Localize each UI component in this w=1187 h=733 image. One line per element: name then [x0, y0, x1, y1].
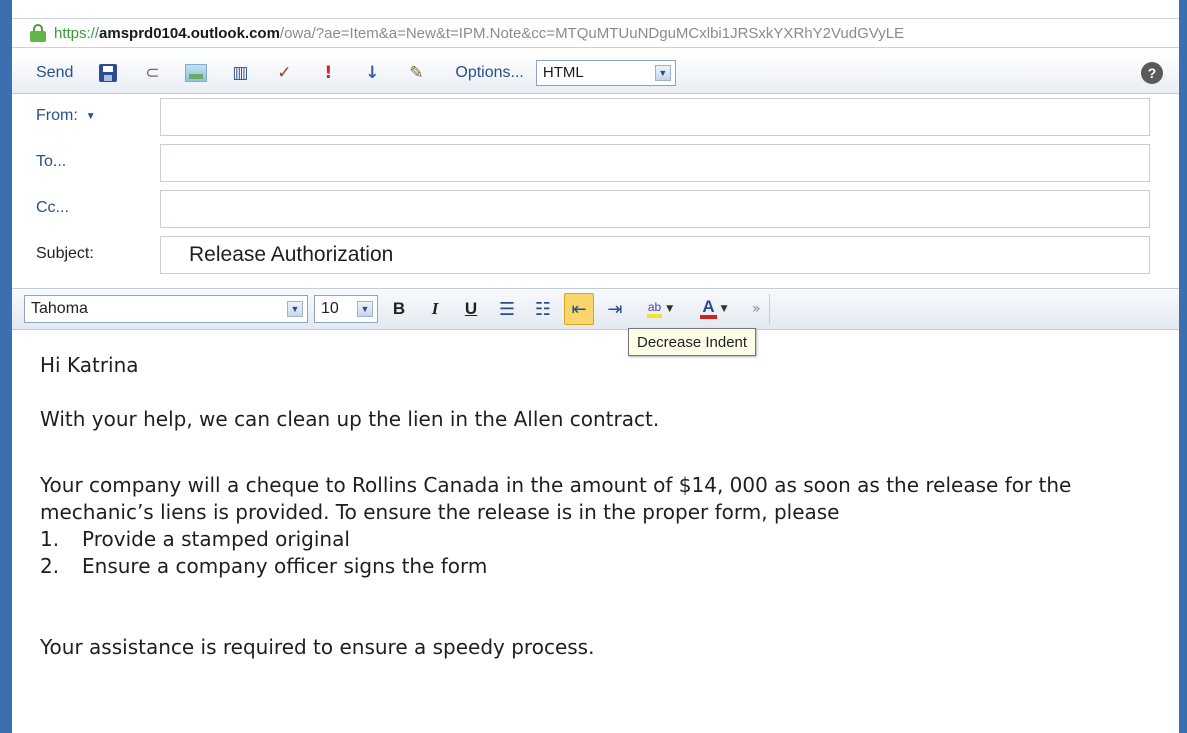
message-format-select[interactable]: HTML ▼	[535, 59, 676, 86]
font-family-value: Tahoma	[31, 300, 88, 317]
numbered-list: 1. Provide a stamped original 2. Ensure a …	[40, 526, 487, 580]
underline-button[interactable]: U	[456, 293, 486, 325]
list-number: 1.	[40, 527, 60, 551]
cc-field[interactable]	[160, 190, 1150, 228]
cc-row: Cc...	[12, 188, 1179, 234]
send-button[interactable]: Send	[36, 64, 73, 82]
save-button[interactable]	[97, 62, 119, 84]
highlight-button[interactable]: ab ▼	[636, 293, 684, 325]
font-color-button[interactable]: A ▼	[690, 293, 738, 325]
compose-window: https://amsprd0104.outlook.com/owa/?ae=I…	[0, 0, 1187, 733]
font-size-select[interactable]: 10 ▼	[314, 295, 378, 323]
chevron-down-icon: ▼	[357, 301, 373, 317]
to-button[interactable]: To...	[36, 142, 66, 182]
decrease-indent-tooltip: Decrease Indent	[628, 328, 757, 356]
window-border-left	[0, 0, 12, 733]
window-border-right	[1179, 0, 1187, 733]
list-item-text: Provide a stamped original	[82, 527, 350, 551]
attach-icon[interactable]: ⊂	[141, 62, 163, 84]
bold-button[interactable]: B	[384, 293, 414, 325]
more-icon[interactable]: »	[752, 301, 761, 317]
greeting-line: Hi Katrina	[40, 353, 139, 377]
italic-button[interactable]: I	[420, 293, 450, 325]
command-toolbar: Send ⊂ ▥ ✓ ! ↓ ✎ Options... HTML ▼ ?	[12, 52, 1179, 94]
font-size-value: 10	[321, 300, 339, 317]
cc-button[interactable]: Cc...	[36, 188, 69, 228]
message-format-value: HTML	[542, 64, 584, 81]
list-item: 1. Provide a stamped original	[40, 526, 487, 553]
address-bar[interactable]: https://amsprd0104.outlook.com/owa/?ae=I…	[12, 18, 1179, 48]
lock-icon	[30, 24, 46, 42]
list-number: 2.	[40, 554, 60, 578]
from-field[interactable]	[160, 98, 1150, 136]
chevron-down-icon: ▼	[666, 304, 674, 314]
from-row: From: ▼	[12, 96, 1179, 142]
subject-label: Subject:	[36, 245, 94, 262]
chevron-down-icon: ▼	[287, 301, 303, 317]
bullets-icon[interactable]: ☰	[492, 293, 522, 325]
font-color-icon: A	[700, 298, 717, 319]
insert-image-button[interactable]	[185, 62, 208, 84]
insert-image-icon	[185, 63, 208, 82]
numbering-icon[interactable]: ☷	[528, 293, 558, 325]
toolbar-divider	[768, 294, 770, 324]
to-row: To...	[12, 142, 1179, 188]
chevron-down-icon: ▼	[654, 64, 671, 81]
help-icon[interactable]: ?	[1141, 62, 1163, 84]
subject-field[interactable]: Release Authorization	[160, 236, 1150, 274]
body-paragraph: With your help, we can clean up the lien…	[40, 407, 660, 431]
body-paragraph: Your company will a cheque to Rollins Ca…	[40, 473, 1072, 524]
save-icon	[99, 63, 118, 82]
list-item-text: Ensure a company officer signs the form	[82, 554, 488, 578]
subject-value: Release Authorization	[189, 243, 394, 266]
to-field[interactable]	[160, 144, 1150, 182]
url-protocol: https://	[54, 24, 100, 42]
options-button[interactable]: Options...	[455, 64, 523, 82]
address-book-icon[interactable]: ▥	[229, 62, 251, 84]
check-names-icon[interactable]: ✓	[273, 62, 295, 84]
formatting-toolbar: Tahoma ▼ 10 ▼ B I U ☰ ☷ ⇤ ⇥ ab ▼ A ▼ »	[12, 288, 1179, 330]
list-item: 2. Ensure a company officer signs the for…	[40, 553, 487, 580]
high-importance-icon[interactable]: !	[317, 62, 339, 84]
chevron-down-icon: ▼	[85, 110, 96, 122]
decrease-indent-icon[interactable]: ⇤	[564, 293, 594, 325]
from-button[interactable]: From: ▼	[36, 96, 96, 136]
closing-paragraph: Your assistance is required to ensure a …	[40, 635, 595, 659]
url-text[interactable]: https://amsprd0104.outlook.com/owa/?ae=I…	[54, 25, 1174, 42]
signature-icon[interactable]: ✎	[405, 62, 427, 84]
url-host: amsprd0104.outlook.com	[99, 24, 280, 42]
font-family-select[interactable]: Tahoma ▼	[24, 295, 308, 323]
chevron-down-icon: ▼	[720, 304, 728, 314]
from-label: From:	[36, 107, 78, 124]
highlight-icon: ab	[646, 300, 663, 318]
url-path: /owa/?ae=Item&a=New&t=IPM.Note&cc=MTQuMT…	[279, 24, 905, 42]
increase-indent-icon[interactable]: ⇥	[600, 293, 630, 325]
subject-row: Subject: Release Authorization	[12, 234, 1179, 280]
low-importance-icon[interactable]: ↓	[361, 62, 383, 84]
